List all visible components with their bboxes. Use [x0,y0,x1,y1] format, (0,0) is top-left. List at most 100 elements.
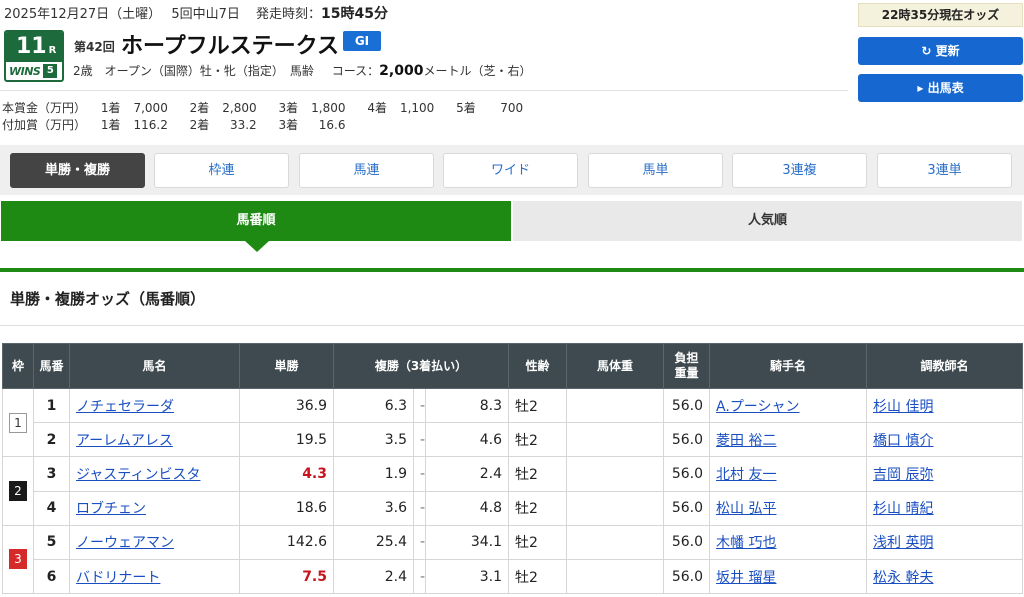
win-odds-cell: 19.5 [239,422,334,458]
sort-by-popularity-button[interactable]: 人気順 [513,201,1022,241]
race-number-badge: 11 R WINS 5 [4,30,64,82]
additional-prize-label: 付加賞（万円） [2,118,87,132]
horse-link[interactable]: ロブチェン [76,501,146,517]
col-header-burden-line1: 負担 [674,351,699,365]
tab-bracket-quinella[interactable]: 枠連 [154,153,289,188]
main-prize-label: 本賞金（万円） [2,101,87,115]
refresh-icon: ↻ [921,44,932,58]
place-odds-separator: - [413,456,426,492]
jockey-link[interactable]: 菱田 裕二 [716,433,776,449]
place-odds-separator: - [413,490,426,526]
trainer-link[interactable]: 浅利 英明 [873,535,933,551]
wins-logo: WINS 5 [6,62,62,80]
place-odds-min: 2.4 [333,558,414,595]
sexage-cell: 牡2 [508,422,568,458]
burden-cell: 56.0 [663,387,711,424]
horse-cell: ノーウェアマン [69,524,240,560]
prize-place: 3着 [278,118,299,132]
prize-place: 3着 [278,101,299,115]
trainer-cell: 吉岡 辰弥 [866,456,1024,492]
burden-cell: 56.0 [663,422,711,458]
horse-link[interactable]: バドリナート [76,570,160,586]
prize-place: 1着 [100,101,121,115]
table-row: 3 5 ノーウェアマン 142.6 25.4 - 34.1 牡2 56.0 木幡… [2,524,1024,595]
jockey-link[interactable]: 松山 弘平 [716,501,776,517]
prize-amount: 1,800 [311,101,346,115]
grade-badge: GI [343,31,381,51]
jockey-link[interactable]: 坂井 瑠星 [716,570,776,586]
trainer-link[interactable]: 杉山 佳明 [873,399,933,415]
weight-cell [566,422,665,458]
horse-cell: ノチェセラーダ [69,387,240,424]
chevron-right-circle-icon: ▸ [917,81,924,95]
trainer-link[interactable]: 橋口 慎介 [873,433,933,449]
tab-wide[interactable]: ワイド [443,153,578,188]
weight-cell [566,387,665,424]
prize-amount: 16.6 [318,118,346,132]
jockey-link[interactable]: A.プーシャン [716,399,800,415]
jockey-cell: A.プーシャン [709,387,868,424]
bet-type-tabs: 単勝・複勝 枠連 馬連 ワイド 馬単 3連複 3連単 [0,145,1024,195]
tab-exacta[interactable]: 馬単 [588,153,723,188]
entries-button-label: 出馬表 [927,81,964,95]
place-odds-min: 25.4 [333,524,414,560]
tab-win-place[interactable]: 単勝・複勝 [10,153,145,188]
table-row: 6 バドリナート 7.5 2.4 - 3.1 牡2 56.0 坂井 瑠星 松永 … [3,558,1024,595]
wins-logo-text: WINS [9,64,41,78]
place-odds-max: 4.8 [424,490,510,526]
trainer-link[interactable]: 松永 幹夫 [873,570,933,586]
race-number-suffix: R [48,45,57,56]
tab-trifecta[interactable]: 3連単 [877,153,1012,188]
race-meeting: 5回中山7日 [171,7,240,22]
tab-trio[interactable]: 3連複 [732,153,867,188]
entries-button[interactable]: ▸ 出馬表 [858,74,1023,102]
section-title: 単勝・複勝オッズ（馬番順） [10,290,206,308]
col-header-place: 複勝（3着払い） [332,343,510,389]
tab-quinella[interactable]: 馬連 [299,153,434,188]
horse-link[interactable]: ジャスティンビスタ [76,467,200,483]
weight-cell [566,456,665,492]
waku-badge: 3 [9,549,27,570]
sexage-cell: 牡2 [508,490,568,526]
burden-cell: 56.0 [663,524,711,560]
section-title-divider [0,325,1024,326]
jockey-link[interactable]: 北村 友一 [716,467,776,483]
table-row: 4 ロブチェン 18.6 3.6 - 4.8 牡2 56.0 松山 弘平 杉山 … [3,490,1024,526]
horse-cell: アーレムアレス [69,422,240,458]
place-odds-max: 3.1 [424,558,510,595]
horse-link[interactable]: ノチェセラーダ [76,399,174,415]
prize-amount: 33.2 [229,118,257,132]
win-odds-cell: 7.5 [239,558,334,595]
horse-link[interactable]: ノーウェアマン [76,535,174,551]
col-header-sexage: 性齢 [508,343,568,389]
place-odds-separator: - [413,524,426,560]
sexage-cell: 牡2 [508,558,568,595]
col-header-horse: 馬名 [69,343,240,389]
win-odds-cell: 142.6 [239,524,334,560]
jockey-cell: 北村 友一 [709,456,868,492]
col-header-win: 単勝 [239,343,334,389]
weight-cell [566,490,665,526]
sexage-cell: 牡2 [508,387,568,424]
col-header-jockey: 騎手名 [709,343,868,389]
post-time-label: 発走時刻： [256,7,322,22]
umaban-cell: 1 [33,387,70,424]
refresh-button[interactable]: ↻ 更新 [858,37,1023,65]
race-header: 2025年12月27日（土曜） 5回中山7日 発走時刻：15時45分 11 R W… [0,0,1024,140]
place-odds-min: 3.6 [333,490,414,526]
prize-amount: 2,800 [222,101,257,115]
race-number: 11 R [6,32,62,62]
trainer-link[interactable]: 吉岡 辰弥 [873,467,933,483]
race-number-value: 11 [16,34,47,59]
horse-link[interactable]: アーレムアレス [76,433,173,449]
umaban-cell: 6 [33,558,70,595]
table-row: 1 1 ノチェセラーダ 36.9 6.3 - 8.3 牡2 56.0 A.プーシ… [2,387,1024,458]
sort-by-number-button[interactable]: 馬番順 [1,201,511,241]
trainer-link[interactable]: 杉山 晴紀 [873,501,933,517]
race-title: ホープフルステークス [121,34,340,59]
jockey-link[interactable]: 木幡 巧也 [716,535,776,551]
waku-badge: 1 [9,412,27,433]
waku-cell: 1 [2,387,34,458]
jockey-cell: 木幡 巧也 [709,524,868,560]
burden-cell: 56.0 [663,456,711,492]
